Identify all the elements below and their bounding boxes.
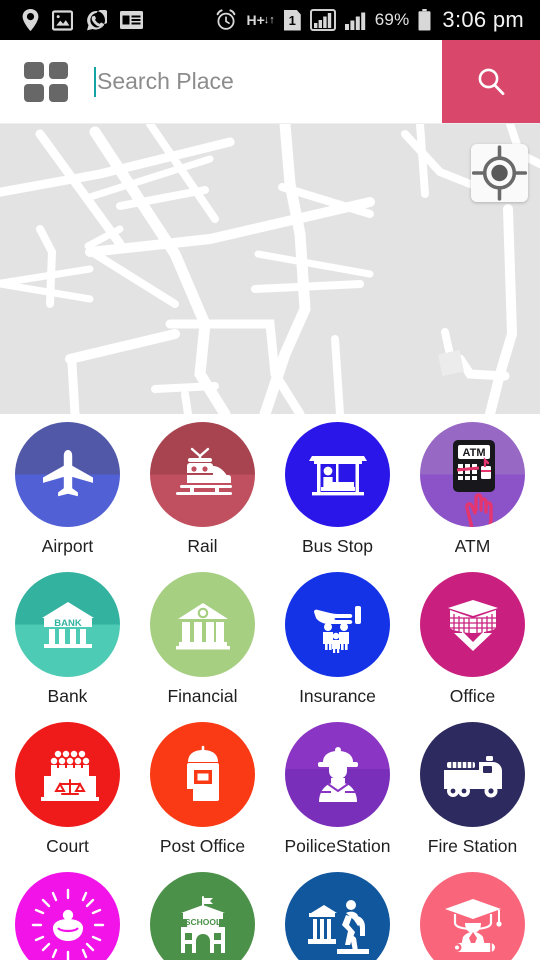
category-grid: Airport Rail Bus Stop ATM ATM BANK Bank … — [0, 414, 540, 960]
map-roads — [0, 124, 540, 414]
category-circle — [150, 422, 255, 527]
fire-truck-icon — [443, 755, 502, 797]
signal-bars-1-icon — [309, 9, 336, 31]
category-circle: BANK — [15, 572, 120, 677]
category-item-college[interactable] — [270, 872, 405, 960]
text-caret — [94, 66, 96, 97]
location-pin-icon — [22, 9, 39, 31]
category-circle — [15, 722, 120, 827]
search-header — [0, 40, 540, 124]
battery-icon — [418, 9, 431, 31]
category-circle — [285, 572, 390, 677]
search-field-wrapper[interactable] — [92, 40, 442, 123]
status-bar-right-icons: H+ ↓↑ 1 69% 3:06 pm — [215, 7, 530, 33]
category-item-post-office[interactable]: Post Office — [135, 722, 270, 872]
classical-bank-icon — [175, 602, 230, 649]
category-label: Court — [46, 836, 89, 856]
bus-shelter-icon — [308, 455, 367, 495]
school-building-icon: SCHOOL — [180, 895, 225, 953]
atm-machine-icon: ATM — [452, 439, 495, 527]
hplus-data-icon: H+ ↓↑ — [246, 13, 274, 27]
signal-bars-2-icon — [344, 12, 365, 30]
category-circle — [420, 872, 525, 960]
category-label: Airport — [41, 536, 94, 556]
office-building-icon — [447, 599, 498, 651]
category-label: Insurance — [299, 686, 376, 706]
apps-grid-icon — [24, 61, 68, 102]
bank-building-icon: BANK — [41, 601, 94, 648]
search-button[interactable] — [442, 40, 540, 123]
status-bar-left-icons — [10, 9, 143, 31]
category-circle — [285, 872, 390, 960]
category-item-police-station[interactable]: PoiliceStation — [270, 722, 405, 872]
my-location-crosshair-icon — [471, 145, 528, 201]
sim1-icon: 1 — [283, 9, 301, 31]
court-jury-icon — [40, 750, 99, 801]
category-item-school[interactable]: SCHOOL — [135, 872, 270, 960]
category-label: ATM — [454, 536, 491, 556]
police-officer-icon — [317, 746, 358, 802]
category-item-airport[interactable]: Airport — [0, 422, 135, 572]
category-item-child-care[interactable] — [0, 872, 135, 960]
alarm-clock-icon — [217, 9, 236, 30]
category-circle: ATM — [420, 422, 525, 527]
category-item-fire-station[interactable]: Fire Station — [405, 722, 540, 872]
category-item-insurance[interactable]: Insurance — [270, 572, 405, 722]
svg-text:BANK: BANK — [54, 618, 82, 629]
graduate-icon — [444, 898, 502, 952]
category-circle — [285, 422, 390, 527]
category-item-rail[interactable]: Rail — [135, 422, 270, 572]
category-circle — [420, 722, 525, 827]
mailbox-icon — [186, 745, 219, 801]
category-label: PoiliceStation — [284, 836, 391, 856]
airplane-icon — [42, 449, 93, 496]
category-label: Bank — [47, 686, 88, 706]
category-circle — [15, 422, 120, 527]
category-circle — [150, 572, 255, 677]
category-item-financial[interactable]: Financial — [135, 572, 270, 722]
category-item-office[interactable]: Office — [405, 572, 540, 722]
train-icon — [175, 447, 232, 495]
my-location-button[interactable] — [471, 144, 528, 202]
search-icon — [478, 68, 505, 95]
apps-grid-button[interactable] — [0, 40, 92, 123]
battery-percent-label: 69% — [374, 10, 410, 29]
app-root: H+ ↓↑ 1 69% 3:06 pm Search Place Airport… — [0, 0, 540, 960]
search-input[interactable] — [96, 68, 442, 95]
category-item-bus-stop[interactable]: Bus Stop — [270, 422, 405, 572]
hand-family-icon — [313, 605, 361, 653]
category-label: Rail — [187, 536, 218, 556]
child-care-icon — [31, 888, 104, 960]
category-label: Bus Stop — [301, 536, 374, 556]
category-label: Fire Station — [427, 836, 518, 856]
svg-text:ATM: ATM — [462, 447, 485, 459]
hplus-arrows: ↓↑ — [263, 13, 275, 26]
category-circle — [150, 722, 255, 827]
whatsapp-icon — [87, 9, 107, 30]
category-label: Financial — [167, 686, 238, 706]
category-item-court[interactable]: Court — [0, 722, 135, 872]
category-item-atm[interactable]: ATM ATM — [405, 422, 540, 572]
category-circle — [420, 572, 525, 677]
college-student-icon — [307, 899, 369, 954]
category-item-bank[interactable]: BANK Bank — [0, 572, 135, 722]
status-bar-clock: 3:06 pm — [442, 7, 524, 32]
category-circle — [15, 872, 120, 960]
svg-text:SCHOOL: SCHOOL — [184, 917, 220, 927]
category-circle — [285, 722, 390, 827]
category-item-graduate[interactable] — [405, 872, 540, 960]
status-bar: H+ ↓↑ 1 69% 3:06 pm — [0, 0, 540, 40]
category-circle: SCHOOL — [150, 872, 255, 960]
category-label: Office — [449, 686, 496, 706]
hplus-label: H+ — [246, 12, 265, 28]
category-label: Post Office — [159, 836, 246, 856]
news-card-icon — [120, 11, 143, 29]
gallery-icon — [52, 9, 73, 31]
map-view[interactable] — [0, 124, 540, 414]
